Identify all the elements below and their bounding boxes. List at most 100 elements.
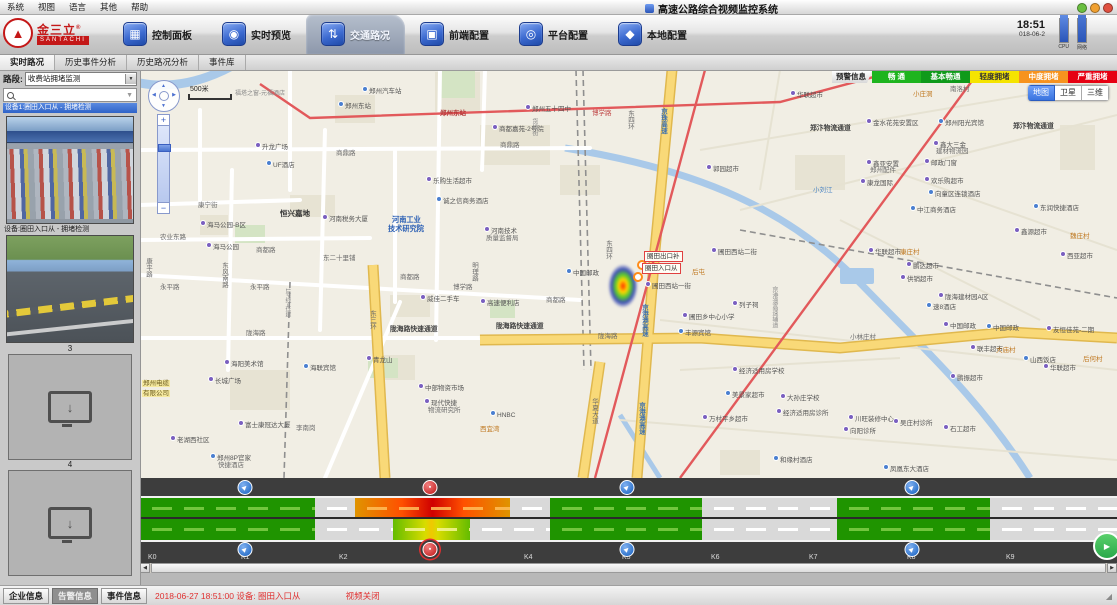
- window-control-button[interactable]: [1103, 3, 1113, 13]
- map-label: 京珠高速: [659, 108, 666, 134]
- camera-icon[interactable]: [238, 480, 253, 495]
- menu-item[interactable]: 其他: [93, 1, 124, 13]
- road-condition-strip: K0K1K2K3K4K5K6K7K8K9 ◀ ▶: [140, 478, 1117, 573]
- filter-icon[interactable]: ▼: [126, 92, 133, 99]
- pan-down-icon[interactable]: ▼: [161, 103, 166, 109]
- toolbar-button[interactable]: ◎ 平台配置: [504, 14, 603, 54]
- map-label: 东四环: [626, 110, 633, 130]
- window-control-button[interactable]: [1077, 3, 1087, 13]
- traffic-map[interactable]: 郑州汽车站郑州东站郑州东站郑州五十四中博学路商鼎路商鼎路升龙广场UF酒店商都嘉苑…: [140, 70, 1117, 478]
- toolbar-button[interactable]: ◆ 本地配置: [603, 14, 702, 54]
- lane-segment: [470, 519, 550, 540]
- tab[interactable]: 实时路况: [0, 54, 55, 70]
- toolbar-button[interactable]: ⇅ 交通路况: [306, 14, 405, 54]
- camera-video-thumbnail-1[interactable]: [6, 116, 134, 224]
- map-pan-control[interactable]: ▲ ▼ ◀ ▶: [148, 80, 180, 112]
- map-label: 商鼎路: [500, 142, 520, 149]
- map-label: 郑州阳光宾馆: [938, 118, 984, 127]
- camera-icon[interactable]: [905, 542, 920, 557]
- map-label: 向童区连锁酒店: [928, 189, 981, 198]
- map-view-button[interactable]: 三维: [1082, 85, 1109, 101]
- pan-up-icon[interactable]: ▲: [161, 83, 166, 89]
- zoom-out-button[interactable]: −: [157, 202, 170, 214]
- map-label: 东三环: [368, 310, 375, 330]
- kilometer-marker: K9: [1006, 554, 1015, 561]
- map-label: 美景家超市: [725, 390, 765, 399]
- device-search-input[interactable]: ▼: [3, 88, 137, 102]
- map-label: 有限公司: [142, 390, 170, 397]
- legend-chip: 严重拥堵: [1068, 71, 1117, 83]
- chevron-down-icon: ▼: [125, 74, 136, 84]
- lane-segment: [315, 498, 355, 519]
- status-tab-button[interactable]: 事件信息: [101, 588, 147, 604]
- map-label: 鹏达超市: [906, 261, 939, 270]
- legend-chip: 轻度拥堵: [970, 71, 1019, 83]
- lane-segment: [140, 519, 315, 540]
- window-control-button[interactable]: [1090, 3, 1100, 13]
- status-tab-button[interactable]: 告警信息: [52, 588, 98, 604]
- map-label: 和缘村酒店: [773, 455, 813, 464]
- map-label: 丰源宾馆: [678, 328, 711, 337]
- toolbar-button[interactable]: ▣ 前端配置: [405, 14, 504, 54]
- strip-expand-button[interactable]: ▶: [1093, 532, 1117, 560]
- toolbar-button[interactable]: ▦ 控制面板: [108, 14, 207, 54]
- map-label: 圃田乡中心小学: [682, 312, 735, 321]
- map-marker-label-exit[interactable]: 圈田出口补: [644, 251, 683, 262]
- road-section-select[interactable]: 收费站拥堵监测 ▼: [25, 72, 137, 86]
- pan-left-icon[interactable]: ◀: [152, 92, 156, 98]
- pan-right-icon[interactable]: ▶: [172, 92, 176, 98]
- menu-item[interactable]: 系统: [0, 1, 31, 13]
- camera-video-thumbnail-2[interactable]: [6, 235, 134, 343]
- toolbar-button-label: 前端配置: [449, 27, 489, 42]
- tab[interactable]: 历史事件分析: [55, 54, 127, 70]
- map-label: 陇海路: [598, 333, 618, 340]
- map-label: 永平路: [160, 284, 180, 291]
- map-label: 康龙国际: [860, 178, 893, 187]
- zoom-slider-handle[interactable]: [158, 144, 171, 152]
- map-label: 商都路: [400, 274, 420, 281]
- device-list-item-selected[interactable]: 设备1:圈田入口从 - 拥堵检测: [3, 103, 137, 113]
- camera-icon[interactable]: [423, 480, 438, 495]
- map-label: 金水花苑安置区: [866, 118, 919, 127]
- map-label: 郑州电缆: [142, 380, 170, 387]
- menu-item[interactable]: 帮助: [124, 1, 155, 13]
- scrollbar-thumb[interactable]: [151, 563, 1106, 573]
- toolbar-button[interactable]: ◉ 实时预览: [207, 14, 306, 54]
- map-label: 海阳美术馆: [224, 359, 264, 368]
- legend-chip: 中度拥堵: [1019, 71, 1068, 83]
- zoom-slider[interactable]: [157, 126, 170, 202]
- tab[interactable]: 事件库: [199, 54, 246, 70]
- map-label: 商鼎路: [336, 150, 356, 157]
- camera-icon[interactable]: [620, 480, 635, 495]
- zoom-in-button[interactable]: +: [157, 114, 170, 126]
- map-label: 商都路: [546, 297, 566, 304]
- map-label: 大庙村: [996, 347, 1016, 354]
- status-tab-button[interactable]: 企业信息: [3, 588, 49, 604]
- map-view-button[interactable]: 地图: [1028, 85, 1055, 101]
- map-label: 后何村: [1083, 356, 1103, 363]
- camera-icon[interactable]: [423, 542, 438, 557]
- scroll-right-button[interactable]: ▶: [1107, 563, 1117, 573]
- map-label: 快捷酒店: [218, 462, 244, 469]
- map-label: 鹏振超市: [950, 373, 983, 382]
- map-label: 中国邮政: [943, 321, 976, 330]
- video-slot-3[interactable]: ↓: [8, 354, 132, 460]
- map-marker-label-entrance[interactable]: 圈田入口从: [642, 263, 681, 274]
- camera-icon[interactable]: [905, 480, 920, 495]
- map-view-button[interactable]: 卫星: [1055, 85, 1082, 101]
- event-message-detail: 视频关闭: [346, 590, 380, 602]
- camera-icon[interactable]: [620, 542, 635, 557]
- congestion-heat-marker: [608, 264, 638, 308]
- menu-item[interactable]: 视图: [31, 1, 62, 13]
- camera-icon[interactable]: [238, 542, 253, 557]
- status-bar: 企业信息告警信息事件信息 2018-06-27 18:51:00 设备: 圈田入…: [0, 585, 1117, 605]
- menu-item[interactable]: 语言: [62, 1, 93, 13]
- map-label: 陇海路快速通道: [390, 326, 438, 334]
- map-label: 川旺装修中心: [848, 414, 894, 423]
- scroll-left-button[interactable]: ◀: [140, 563, 150, 573]
- map-view-switch: 地图卫星三维: [1028, 85, 1109, 101]
- video-slot-4[interactable]: ↓: [8, 470, 132, 576]
- strip-scrollbar[interactable]: ◀ ▶: [140, 563, 1117, 573]
- tab[interactable]: 历史路况分析: [127, 54, 199, 70]
- map-label: 海联宾馆: [303, 363, 336, 372]
